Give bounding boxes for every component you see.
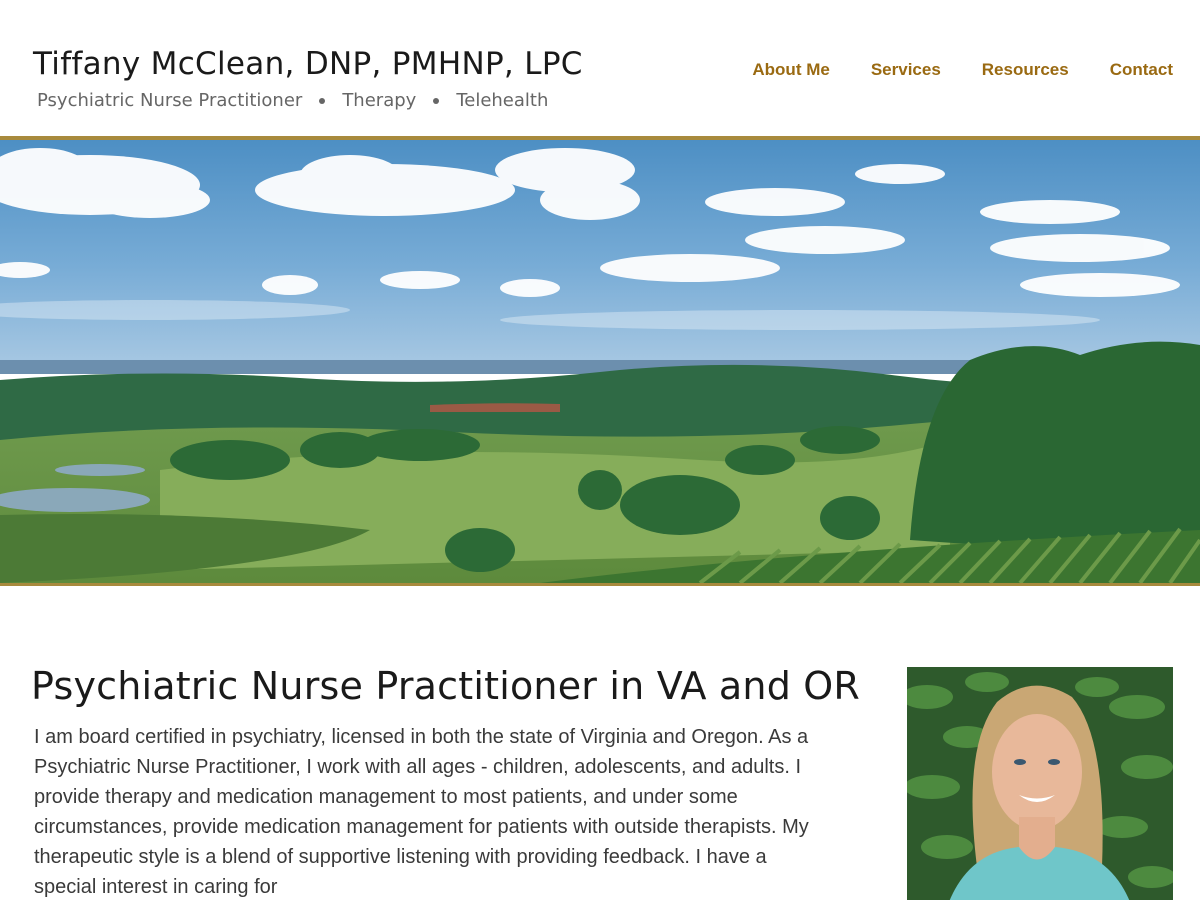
hero-landscape-image (0, 140, 1200, 583)
nav-resources[interactable]: Resources (982, 60, 1069, 80)
bio-paragraph: I am board certified in psychiatry, lice… (34, 726, 809, 898)
nav-contact[interactable]: Contact (1110, 60, 1173, 80)
main-nav: About Me Services Resources Contact (752, 60, 1173, 80)
bullet-icon (433, 97, 440, 104)
hero-banner (0, 136, 1200, 586)
nav-about-me[interactable]: About Me (752, 60, 829, 80)
nav-services[interactable]: Services (871, 60, 941, 80)
tagline-item-nurse-practitioner: Psychiatric Nurse Practitioner (37, 90, 303, 111)
bullet-icon (319, 97, 326, 104)
page-heading: Psychiatric Nurse Practitioner in VA and… (31, 664, 861, 708)
site-title[interactable]: Tiffany McClean, DNP, PMHNP, LPC (33, 46, 583, 82)
site-header: Tiffany McClean, DNP, PMHNP, LPC Psychia… (0, 0, 1200, 136)
site-tagline: Psychiatric Nurse Practitioner Therapy T… (37, 90, 548, 111)
main-content: Psychiatric Nurse Practitioner in VA and… (0, 586, 1200, 900)
tagline-item-telehealth: Telehealth (456, 90, 549, 111)
tagline-item-therapy: Therapy (342, 90, 417, 111)
portrait-photo (907, 667, 1173, 900)
